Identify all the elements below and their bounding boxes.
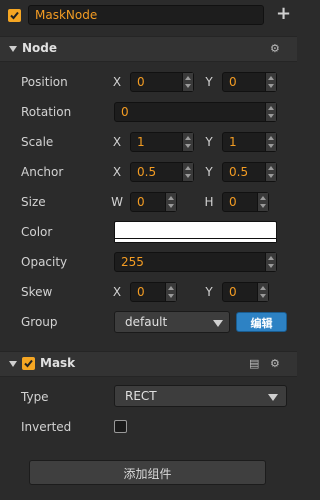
scale-y-axis: Y xyxy=(205,135,213,149)
skew-x-value: 0 xyxy=(137,285,145,299)
anchor-y-input[interactable]: 0.5 xyxy=(222,162,277,182)
position-label: Position xyxy=(21,75,68,89)
size-h-axis: H xyxy=(204,195,214,209)
gear-icon[interactable]: ⚙ xyxy=(270,357,280,370)
size-label: Size xyxy=(21,195,46,209)
group-edit-label: 编辑 xyxy=(250,317,273,330)
scale-label: Scale xyxy=(21,135,54,149)
color-alpha-bar xyxy=(115,238,276,242)
position-x-value: 0 xyxy=(137,75,145,89)
anchor-x-stepper[interactable] xyxy=(182,163,193,181)
scale-x-axis: X xyxy=(112,135,122,149)
skew-x-axis: X xyxy=(112,285,122,299)
size-w-input[interactable]: 0 xyxy=(130,192,177,212)
inverted-checkbox[interactable] xyxy=(114,420,127,433)
inverted-label: Inverted xyxy=(21,420,72,434)
type-label: Type xyxy=(21,390,49,404)
node-active-checkbox[interactable] xyxy=(8,9,21,22)
color-label: Color xyxy=(21,225,53,239)
add-node-button[interactable]: + xyxy=(276,3,291,24)
opacity-value: 255 xyxy=(121,255,144,269)
group-edit-button[interactable]: 编辑 xyxy=(236,312,287,332)
anchor-label: Anchor xyxy=(21,165,64,179)
size-h-stepper[interactable] xyxy=(257,193,268,211)
size-w-stepper[interactable] xyxy=(165,193,176,211)
position-x-axis: X xyxy=(112,75,122,89)
anchor-y-axis: Y xyxy=(205,165,213,179)
node-name-text: MaskNode xyxy=(35,8,98,22)
collapse-triangle-icon xyxy=(9,46,17,52)
anchor-y-value: 0.5 xyxy=(229,165,249,179)
skew-y-input[interactable]: 0 xyxy=(222,282,269,302)
skew-y-value: 0 xyxy=(229,285,237,299)
node-name-input[interactable]: MaskNode xyxy=(28,5,264,25)
color-swatch[interactable] xyxy=(114,221,277,243)
position-y-stepper[interactable] xyxy=(265,73,276,91)
book-icon[interactable]: ▤ xyxy=(249,357,259,370)
gear-icon[interactable]: ⚙ xyxy=(270,42,280,55)
position-y-value: 0 xyxy=(229,75,237,89)
collapse-triangle-icon xyxy=(9,361,17,367)
rotation-stepper[interactable] xyxy=(265,103,276,121)
position-y-axis: Y xyxy=(205,75,213,89)
scale-x-input[interactable]: 1 xyxy=(130,132,194,152)
group-select-value: default xyxy=(125,315,168,329)
anchor-y-stepper[interactable] xyxy=(265,163,276,181)
skew-y-stepper[interactable] xyxy=(257,283,268,301)
position-y-input[interactable]: 0 xyxy=(222,72,277,92)
anchor-x-axis: X xyxy=(112,165,122,179)
chevron-down-icon xyxy=(268,394,278,401)
skew-x-input[interactable]: 0 xyxy=(130,282,177,302)
rotation-input[interactable]: 0 xyxy=(114,102,277,122)
group-label: Group xyxy=(21,315,58,329)
mask-enabled-checkbox[interactable] xyxy=(22,357,35,370)
rotation-value: 0 xyxy=(121,105,129,119)
skew-label: Skew xyxy=(21,285,53,299)
skew-x-stepper[interactable] xyxy=(165,283,176,301)
size-h-input[interactable]: 0 xyxy=(222,192,269,212)
add-component-label: 添加组件 xyxy=(123,467,172,481)
scale-y-value: 1 xyxy=(229,135,237,149)
anchor-x-value: 0.5 xyxy=(137,165,157,179)
scale-x-stepper[interactable] xyxy=(182,133,193,151)
mask-type-value: RECT xyxy=(125,389,157,403)
rotation-label: Rotation xyxy=(21,105,72,119)
position-x-input[interactable]: 0 xyxy=(130,72,194,92)
opacity-input[interactable]: 255 xyxy=(114,252,277,272)
scale-y-stepper[interactable] xyxy=(265,133,276,151)
opacity-label: Opacity xyxy=(21,255,68,269)
node-section-title: Node xyxy=(22,41,58,55)
size-h-value: 0 xyxy=(229,195,237,209)
size-w-axis: W xyxy=(111,195,123,209)
node-section-header[interactable]: Node ⚙ xyxy=(0,36,297,62)
anchor-x-input[interactable]: 0.5 xyxy=(130,162,194,182)
mask-section-title: Mask xyxy=(40,356,76,370)
scale-y-input[interactable]: 1 xyxy=(222,132,277,152)
mask-type-select[interactable]: RECT xyxy=(114,385,287,407)
mask-section-header[interactable]: Mask ▤ ⚙ xyxy=(0,351,297,377)
group-select[interactable]: default xyxy=(114,311,230,333)
skew-y-axis: Y xyxy=(205,285,213,299)
add-component-button[interactable]: 添加组件 xyxy=(29,460,266,485)
scale-x-value: 1 xyxy=(137,135,145,149)
size-w-value: 0 xyxy=(137,195,145,209)
position-x-stepper[interactable] xyxy=(182,73,193,91)
chevron-down-icon xyxy=(213,320,223,327)
opacity-stepper[interactable] xyxy=(265,253,276,271)
